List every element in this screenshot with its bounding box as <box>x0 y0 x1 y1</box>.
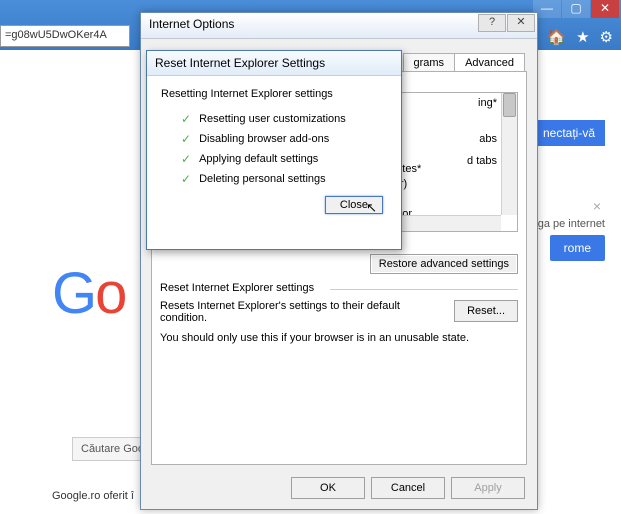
ad-close-icon[interactable]: × <box>593 198 601 214</box>
signin-button[interactable]: nectați-vă <box>533 120 605 146</box>
check-icon: ✓ <box>181 152 191 166</box>
reset-warning: You should only use this if your browser… <box>160 332 518 344</box>
check-icon: ✓ <box>181 172 191 186</box>
scroll-thumb[interactable] <box>503 93 516 117</box>
ad-text: riga pe internet <box>532 218 605 230</box>
dialog-buttons: OK Cancel Apply <box>291 477 525 499</box>
reset-step-label: Applying default settings <box>199 153 318 165</box>
window-controls: — ▢ ✕ <box>532 0 619 18</box>
close-button[interactable]: Close <box>325 196 383 214</box>
dialog-close-button[interactable]: ✕ <box>507 14 535 32</box>
partial-text: ing* <box>478 97 497 109</box>
reset-dialog-title: Reset Internet Explorer Settings <box>147 51 401 76</box>
vertical-scrollbar[interactable] <box>501 93 517 215</box>
check-icon: ✓ <box>181 132 191 146</box>
reset-heading: Resetting Internet Explorer settings <box>161 88 387 100</box>
reset-step-label: Resetting user customizations <box>199 113 346 125</box>
reset-step: ✓ Disabling browser add-ons <box>181 132 387 146</box>
reset-description: Resets Internet Explorer's settings to t… <box>160 300 454 324</box>
close-button[interactable]: ✕ <box>591 0 619 18</box>
restore-advanced-button[interactable]: Restore advanced settings <box>370 254 518 274</box>
reset-step-label: Disabling browser add-ons <box>199 133 329 145</box>
partial-text: d tabs <box>467 155 497 167</box>
reset-button[interactable]: Reset... <box>454 300 518 322</box>
dialog-help-button[interactable]: ? <box>478 14 506 32</box>
reset-step: ✓ Resetting user customizations <box>181 112 387 126</box>
toolbar-icons: 🏠 ★ ⚙ <box>547 28 613 46</box>
reset-step: ✓ Deleting personal settings <box>181 172 387 186</box>
home-icon[interactable]: 🏠 <box>547 28 566 46</box>
ok-button[interactable]: OK <box>291 477 365 499</box>
fieldset-legend: Reset Internet Explorer settings <box>160 282 314 294</box>
reset-progress-dialog: Reset Internet Explorer Settings Resetti… <box>146 50 402 250</box>
address-bar[interactable]: =g08wU5DwOKer4A <box>0 25 130 47</box>
reset-step-label: Deleting personal settings <box>199 173 326 185</box>
tab-programs[interactable]: grams <box>403 53 456 73</box>
reset-dialog-body: Resetting Internet Explorer settings ✓ Re… <box>147 76 401 226</box>
maximize-button[interactable]: ▢ <box>562 0 590 18</box>
dialog-window-controls: ? ✕ <box>477 14 535 32</box>
favorites-icon[interactable]: ★ <box>576 28 589 46</box>
partial-text: abs <box>479 133 497 145</box>
google-logo: Go <box>52 260 125 327</box>
settings-icon[interactable]: ⚙ <box>600 28 613 46</box>
tab-advanced[interactable]: Advanced <box>454 53 525 73</box>
check-icon: ✓ <box>181 112 191 126</box>
cancel-button[interactable]: Cancel <box>371 477 445 499</box>
dialog-tabs: grams Advanced <box>404 53 526 73</box>
chrome-download-button[interactable]: rome <box>550 235 605 261</box>
apply-button[interactable]: Apply <box>451 477 525 499</box>
reset-fieldset: Reset Internet Explorer settings Resets … <box>160 282 518 344</box>
reset-step: ✓ Applying default settings <box>181 152 387 166</box>
footer-text: Google.ro oferit î <box>52 490 134 502</box>
